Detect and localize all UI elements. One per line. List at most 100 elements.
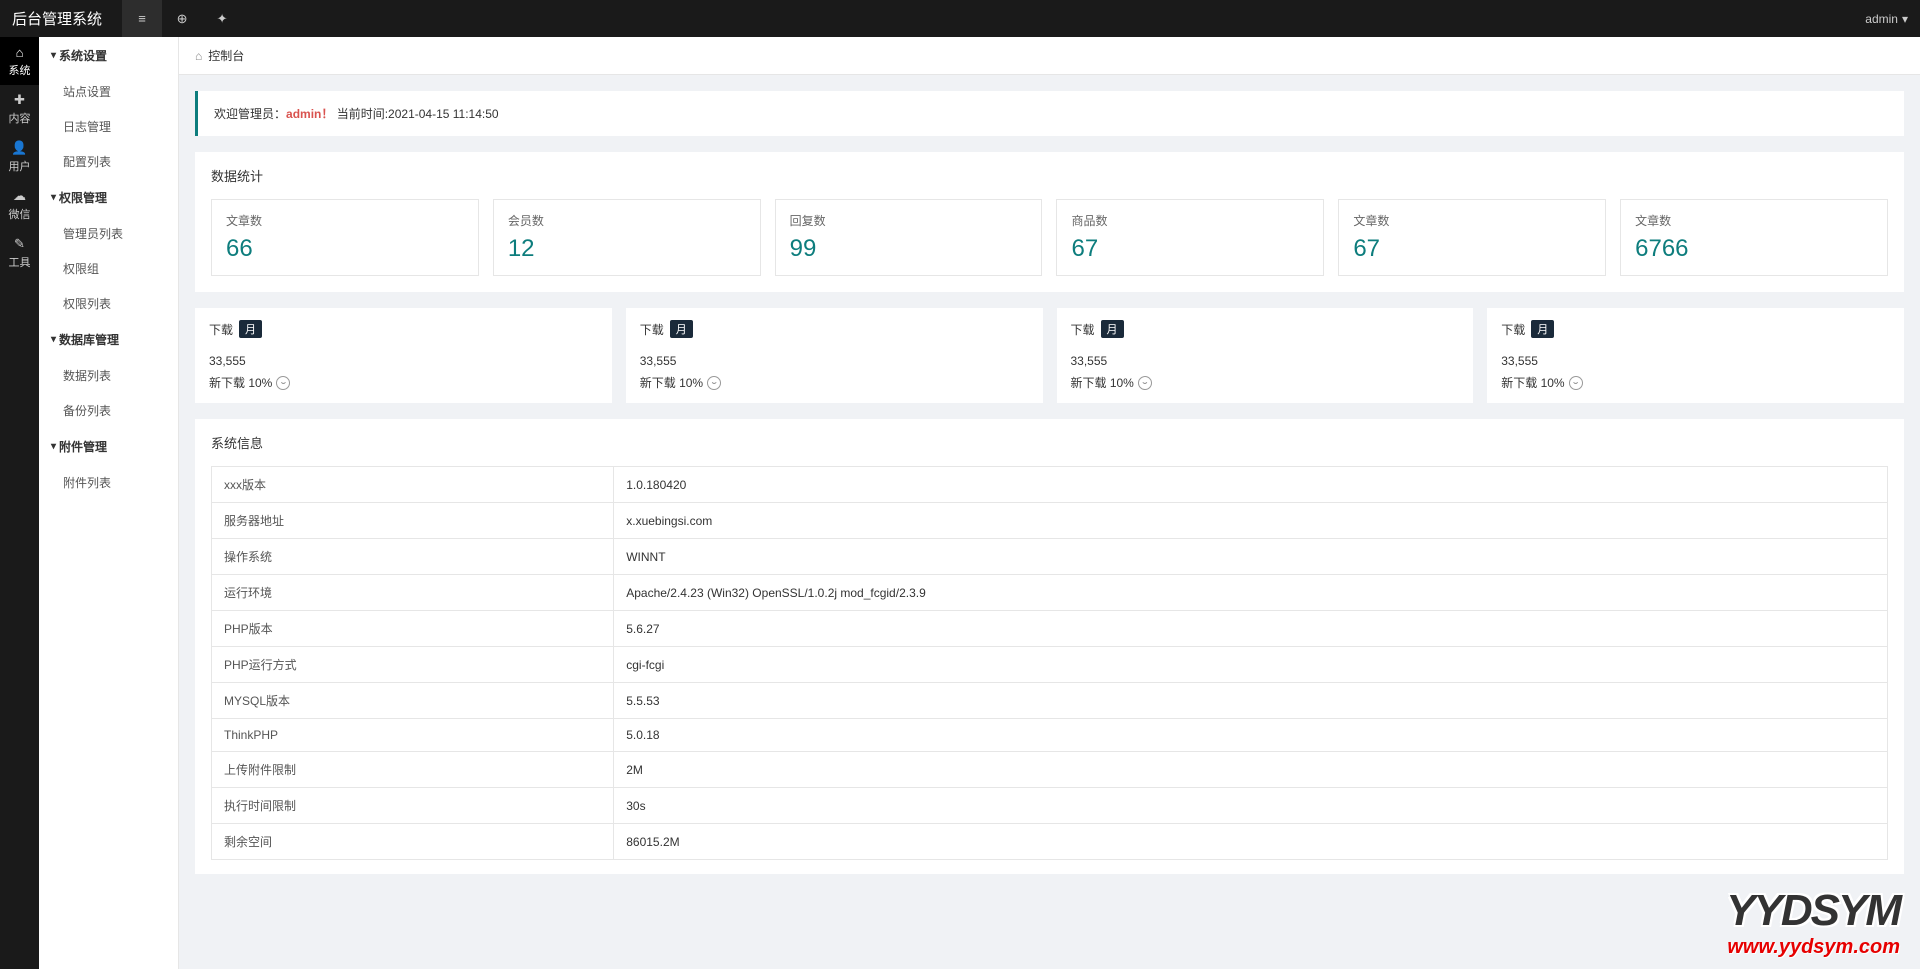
nav-rail-item[interactable]: ✎工具 — [0, 229, 39, 277]
stat-card: 商品数67 — [1056, 199, 1324, 276]
stat-value: 6766 — [1635, 235, 1873, 263]
download-badge: 月 — [670, 320, 693, 338]
nav-icon: ☁ — [13, 188, 26, 204]
sub-sidebar: 系统设置站点设置日志管理配置列表权限管理管理员列表权限组权限列表数据库管理数据列… — [39, 37, 179, 969]
content-area: ⌂ 控制台 欢迎管理员：admin！ 当前时间:2021-04-15 11:14… — [179, 37, 1920, 969]
sysinfo-key: 运行环境 — [212, 575, 614, 611]
table-row: MYSQL版本5.5.53 — [212, 683, 1888, 719]
stats-title: 数据统计 — [211, 166, 1888, 185]
sidebar-item[interactable]: 数据列表 — [39, 358, 178, 393]
download-number: 33,555 — [209, 354, 598, 368]
sysinfo-value: cgi-fcgi — [614, 647, 1888, 683]
stat-label: 回复数 — [790, 212, 1028, 229]
download-sub: 新下载 10% ⌣ — [640, 374, 1029, 391]
download-number: 33,555 — [1501, 354, 1890, 368]
nav-icon: ⌂ — [16, 45, 24, 60]
stat-card: 会员数12 — [493, 199, 761, 276]
globe-icon[interactable]: ⊕ — [162, 0, 202, 37]
sysinfo-section: 系统信息 xxx版本1.0.180420服务器地址x.xuebingsi.com… — [195, 419, 1904, 874]
download-head: 下载月 — [209, 320, 598, 338]
nav-label: 工具 — [9, 254, 31, 270]
stat-label: 文章数 — [1353, 212, 1591, 229]
sidebar-item[interactable]: 附件列表 — [39, 465, 178, 500]
brush-icon[interactable]: ✦ — [202, 0, 242, 37]
download-sub: 新下载 10% ⌣ — [1071, 374, 1460, 391]
sidebar-item[interactable]: 管理员列表 — [39, 216, 178, 251]
sysinfo-key: MYSQL版本 — [212, 683, 614, 719]
sysinfo-key: 服务器地址 — [212, 503, 614, 539]
stat-value: 67 — [1353, 235, 1591, 263]
download-title: 下载 — [1501, 321, 1525, 338]
welcome-box: 欢迎管理员：admin！ 当前时间:2021-04-15 11:14:50 — [195, 91, 1904, 136]
sidebar-group-title[interactable]: 数据库管理 — [39, 321, 178, 358]
stat-value: 99 — [790, 235, 1028, 263]
nav-label: 用户 — [9, 158, 31, 174]
smiley-icon: ⌣ — [1138, 376, 1152, 390]
sysinfo-key: PHP运行方式 — [212, 647, 614, 683]
chevron-down-icon: ▾ — [1902, 12, 1908, 26]
sidebar-group-title[interactable]: 系统设置 — [39, 37, 178, 74]
sidebar-item[interactable]: 权限列表 — [39, 286, 178, 321]
sysinfo-value: Apache/2.4.23 (Win32) OpenSSL/1.0.2j mod… — [614, 575, 1888, 611]
sidebar-item[interactable]: 备份列表 — [39, 393, 178, 428]
table-row: 操作系统WINNT — [212, 539, 1888, 575]
sidebar-item[interactable]: 配置列表 — [39, 144, 178, 179]
download-number: 33,555 — [640, 354, 1029, 368]
stat-label: 会员数 — [508, 212, 746, 229]
app-title: 后台管理系统 — [12, 8, 102, 29]
sysinfo-key: 剩余空间 — [212, 824, 614, 860]
sysinfo-value: x.xuebingsi.com — [614, 503, 1888, 539]
table-row: xxx版本1.0.180420 — [212, 467, 1888, 503]
sysinfo-key: ThinkPHP — [212, 719, 614, 752]
download-number: 33,555 — [1071, 354, 1460, 368]
smiley-icon: ⌣ — [707, 376, 721, 390]
menu-toggle-icon[interactable]: ≡ — [122, 0, 162, 37]
stat-label: 文章数 — [226, 212, 464, 229]
download-head: 下载月 — [640, 320, 1029, 338]
sidebar-group-title[interactable]: 附件管理 — [39, 428, 178, 465]
sidebar-item[interactable]: 站点设置 — [39, 74, 178, 109]
nav-rail-item[interactable]: ✚ 内容 — [0, 85, 39, 133]
home-icon: ⌂ — [195, 49, 202, 63]
table-row: 上传附件限制2M — [212, 752, 1888, 788]
sysinfo-value: WINNT — [614, 539, 1888, 575]
smiley-icon: ⌣ — [1569, 376, 1583, 390]
nav-icon: ✚ — [14, 92, 25, 108]
nav-rail-item[interactable]: ☁ 微信 — [0, 181, 39, 229]
nav-rail-item[interactable]: ⌂ 系统 — [0, 37, 39, 85]
sidebar-group-title[interactable]: 权限管理 — [39, 179, 178, 216]
nav-icon: 👤 — [11, 140, 27, 156]
download-title: 下载 — [1071, 321, 1095, 338]
sysinfo-key: 操作系统 — [212, 539, 614, 575]
table-row: 执行时间限制30s — [212, 788, 1888, 824]
table-row: ThinkPHP5.0.18 — [212, 719, 1888, 752]
stat-label: 文章数 — [1635, 212, 1873, 229]
sidebar-item[interactable]: 权限组 — [39, 251, 178, 286]
nav-label: 系统 — [9, 62, 31, 78]
download-title: 下载 — [209, 321, 233, 338]
table-row: 剩余空间86015.2M — [212, 824, 1888, 860]
welcome-admin: admin！ — [286, 107, 333, 121]
nav-label: 内容 — [9, 110, 31, 126]
stat-card: 文章数 66 — [211, 199, 479, 276]
download-head: 下载月 — [1071, 320, 1460, 338]
stat-card: 文章数 6766 — [1620, 199, 1888, 276]
download-head: 下载月 — [1501, 320, 1890, 338]
user-menu[interactable]: admin ▾ — [1865, 12, 1908, 26]
nav-rail-item[interactable]: 👤 用户 — [0, 133, 39, 181]
sysinfo-table: xxx版本1.0.180420服务器地址x.xuebingsi.com操作系统W… — [211, 466, 1888, 860]
sysinfo-key: 上传附件限制 — [212, 752, 614, 788]
stat-value: 66 — [226, 235, 464, 263]
table-row: PHP版本5.6.27 — [212, 611, 1888, 647]
download-badge: 月 — [1531, 320, 1554, 338]
sidebar-item[interactable]: 日志管理 — [39, 109, 178, 144]
sysinfo-key: xxx版本 — [212, 467, 614, 503]
downloads-grid: 下载月33,555新下载 10% ⌣下载月33,555新下载 10% ⌣下载月3… — [195, 308, 1904, 403]
topbar: 后台管理系统 ≡ ⊕ ✦ admin ▾ — [0, 0, 1920, 37]
stats-section: 数据统计 文章数 66 会员数12 回复数 99 商品数67 文章数 67 文章数 6766 — [195, 152, 1904, 292]
welcome-prefix: 欢迎管理员： — [214, 107, 286, 121]
nav-label: 微信 — [9, 206, 31, 222]
table-row: PHP运行方式cgi-fcgi — [212, 647, 1888, 683]
sysinfo-value: 86015.2M — [614, 824, 1888, 860]
download-sub: 新下载 10% ⌣ — [1501, 374, 1890, 391]
